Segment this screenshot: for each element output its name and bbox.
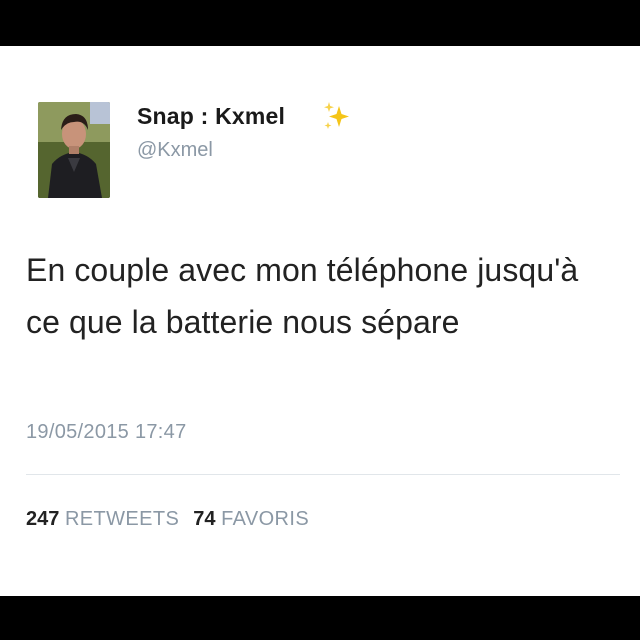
favorites-label: FAVORIS — [221, 508, 310, 530]
tweet-timestamp[interactable]: 19/05/2015 17:47 — [26, 421, 187, 444]
top-black-border — [0, 0, 640, 46]
retweets-count: 247 — [26, 508, 60, 530]
tweet-stats: 247 RETWEETS 74 FAVORIS — [26, 508, 309, 531]
bottom-black-border — [0, 596, 640, 640]
tweet-card: Snap : Kxmel @Kxmel En couple avec mon t… — [0, 46, 640, 596]
tweet-text: En couple avec mon téléphone jusqu'à ce … — [26, 252, 579, 340]
favorites-stat[interactable]: 74 FAVORIS — [193, 508, 309, 530]
retweets-label: RETWEETS — [64, 508, 180, 530]
username-handle[interactable]: @Kxmel — [137, 139, 213, 162]
sparkles-icon — [324, 102, 349, 129]
avatar[interactable] — [38, 102, 110, 198]
retweets-stat[interactable]: 247 RETWEETS — [26, 508, 179, 530]
favorites-count: 74 — [193, 508, 216, 530]
display-name[interactable]: Snap : Kxmel — [137, 103, 285, 130]
divider — [26, 474, 620, 475]
